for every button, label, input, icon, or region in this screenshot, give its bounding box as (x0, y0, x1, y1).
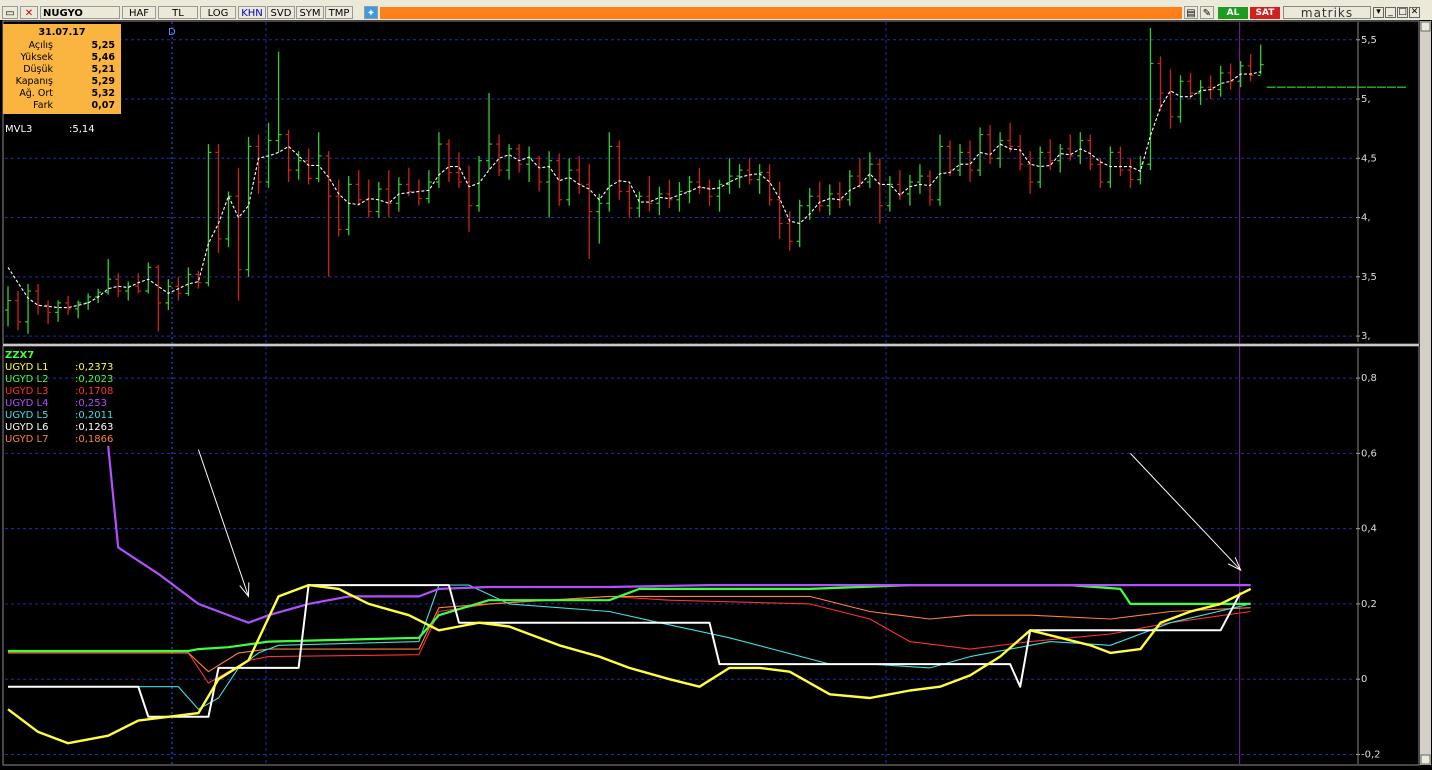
info-value: 5,25 (91, 40, 115, 51)
legend-value-l7: :0,1866 (75, 434, 114, 445)
price-tick-label: 5,5 (1361, 35, 1377, 46)
price-tick-label: 5, (1361, 94, 1371, 105)
info-value: 5,21 (91, 64, 115, 75)
scroll-up-icon (1420, 21, 1431, 32)
info-value: 5,32 (91, 88, 115, 99)
ohlc-info-box: 31.07.17 Açılış 5,25 Yüksek 5,46 Düşük 5,21… (3, 24, 121, 114)
legend-name-l3: UGYD L3 (5, 386, 49, 397)
info-value: 5,46 (91, 52, 115, 63)
legend-value-l2: :0,2023 (75, 374, 114, 385)
info-label: Düşük (23, 64, 53, 75)
indicator-tick-label: 0,6 (1361, 448, 1377, 459)
toolbar-button-haf[interactable]: HAF (122, 6, 156, 19)
indicator-tick-label: 0,4 (1361, 524, 1377, 535)
chart-area[interactable]: 3, 3,5 4, 4,5 5, 5,5 -0,2 0 0,2 0,4 0,6 0,8 D (0, 20, 1432, 770)
indicator-tick-label: 0,2 (1361, 599, 1377, 610)
minimize-icon[interactable]: _ (1385, 7, 1396, 18)
indicator-tick-label: 0,8 (1361, 373, 1377, 384)
scroll-down-icon (1420, 754, 1431, 765)
legend-name-l6: UGYD L6 (5, 422, 49, 433)
legend-name-l5: UGYD L5 (5, 410, 49, 421)
info-label: Kapanış (15, 76, 53, 87)
price-tick-label: 4,5 (1361, 153, 1377, 164)
print-icon[interactable]: ▤ (1184, 6, 1198, 19)
symbol-field[interactable]: NUGYO (40, 6, 120, 19)
price-tick-label: 4, (1361, 213, 1371, 224)
buy-button[interactable]: AL (1218, 7, 1248, 19)
tools-icon[interactable]: ✎ (1200, 6, 1214, 19)
toolbar-button-khn[interactable]: KHN (238, 6, 266, 19)
mvl3-label: MVL3 (5, 124, 33, 135)
legend-value-l5: :0,2011 (75, 410, 114, 421)
info-label: Yüksek (20, 52, 53, 63)
toolbar-button-log[interactable]: LOG (200, 6, 236, 19)
toolbar-button-tmp[interactable]: TMP (325, 6, 353, 19)
toolbar-button-tl[interactable]: TL (158, 6, 198, 19)
info-date: 31.07.17 (38, 27, 86, 38)
maximize-icon[interactable]: □ (1397, 7, 1408, 18)
legend-value-l4: :0,253 (75, 398, 107, 409)
legend-name-l7: UGYD L7 (5, 434, 49, 445)
toolbar-button-sym[interactable]: SYM (296, 6, 324, 19)
indicator-tick-label: -0,2 (1361, 749, 1381, 760)
info-label: Fark (33, 100, 53, 111)
info-value: 0,07 (91, 100, 115, 111)
indicator-tick-label: 0 (1361, 674, 1367, 685)
brand-logo: matriks (1283, 6, 1371, 20)
legend-name-l1: UGYD L1 (5, 362, 49, 373)
info-label: Açılış (28, 40, 53, 51)
close-icon[interactable]: ✕ (1409, 7, 1420, 18)
twitter-icon[interactable]: ✦ (364, 6, 378, 19)
date-marker: D (168, 27, 176, 38)
sell-button[interactable]: SAT (1250, 7, 1280, 19)
indicator-title: ZZX7 (5, 350, 35, 361)
chart-menu-icon[interactable]: ▭ (2, 6, 18, 19)
symbol-icon[interactable]: ✕ (20, 6, 38, 19)
info-label: Ağ. Ort (19, 88, 53, 99)
price-tick-label: 3, (1361, 331, 1371, 342)
toolbar: ▭ ✕ NUGYO HAF TL LOG KHN SVD SYM TMP ✦ ▤… (0, 0, 1432, 21)
legend-name-l2: UGYD L2 (5, 374, 49, 385)
info-value: 5,29 (91, 76, 115, 87)
toolbar-button-svd[interactable]: SVD (267, 6, 295, 19)
legend-value-l6: :0,1263 (75, 422, 114, 433)
dropdown-icon[interactable]: ▾ (1373, 7, 1384, 18)
legend-value-l1: :0,2373 (75, 362, 114, 373)
legend-name-l4: UGYD L4 (5, 398, 49, 409)
legend-value-l3: :0,1708 (75, 386, 114, 397)
price-tick-label: 3,5 (1361, 272, 1377, 283)
scrollbar-track (1420, 21, 1431, 765)
status-bar (380, 7, 1182, 19)
mvl3-value: :5,14 (69, 124, 95, 135)
